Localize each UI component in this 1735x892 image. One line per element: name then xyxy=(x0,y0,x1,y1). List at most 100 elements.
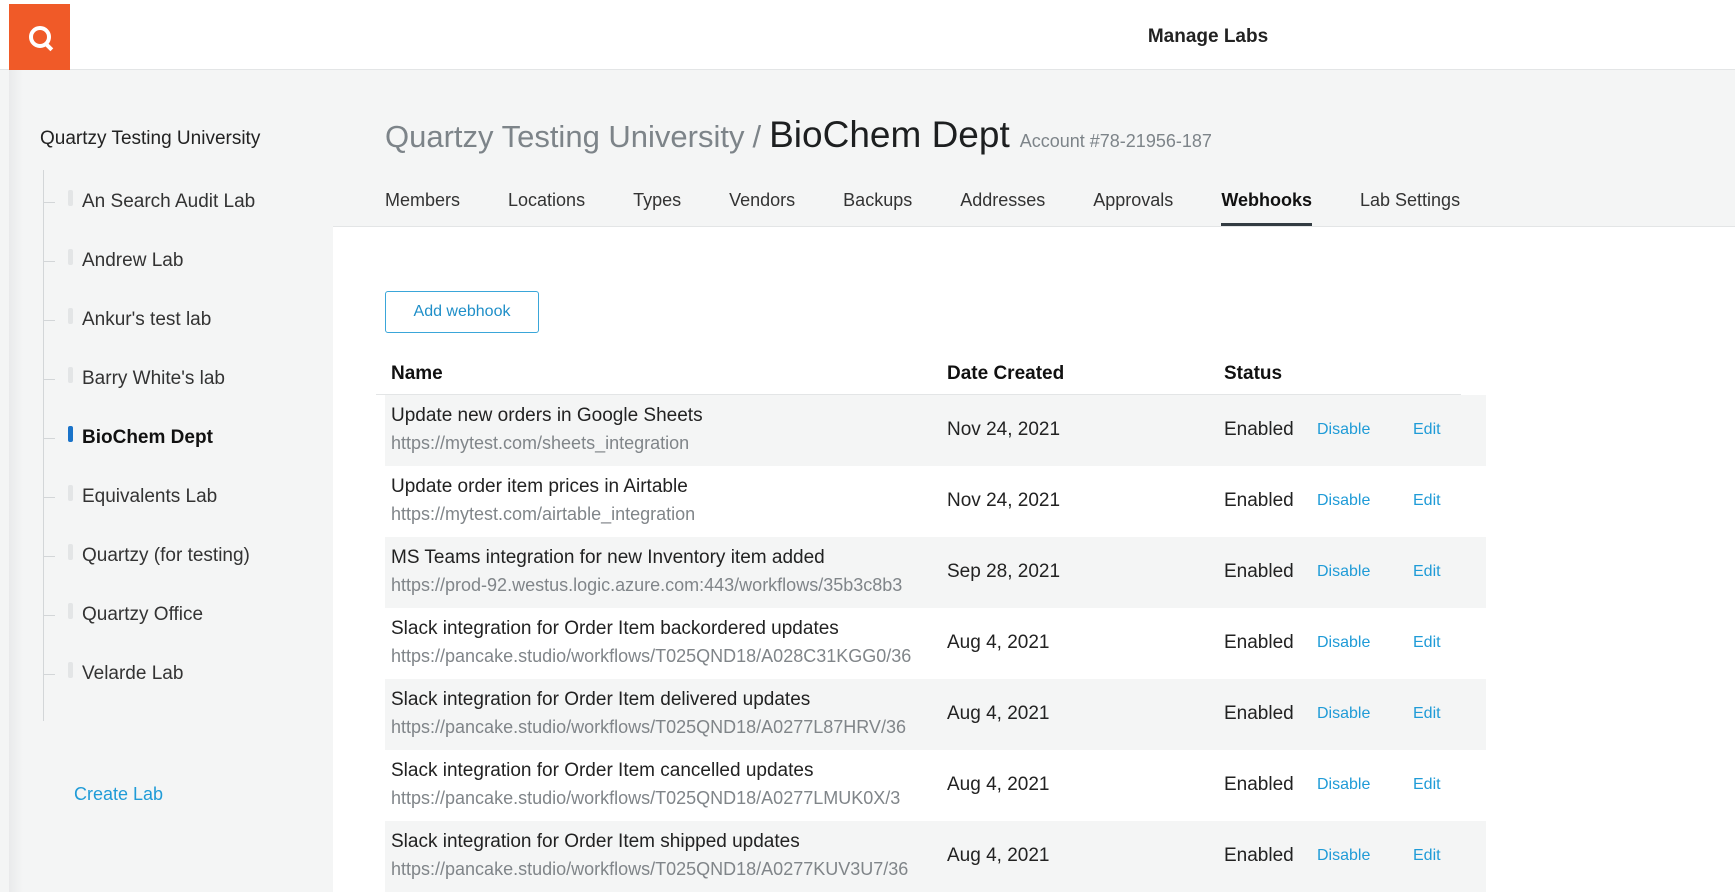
tree-connector xyxy=(43,378,55,380)
disable-link[interactable]: Disable xyxy=(1317,421,1370,439)
webhook-name: MS Teams integration for new Inventory i… xyxy=(391,547,825,568)
sidebar-item-label: Andrew Lab xyxy=(82,250,184,271)
sidebar-item-label: BioChem Dept xyxy=(82,427,213,448)
webhook-status: Enabled xyxy=(1224,774,1294,795)
webhooks-panel: Add webhook Name Date Created Status Upd… xyxy=(333,226,1735,892)
edit-link[interactable]: Edit xyxy=(1413,847,1441,865)
page-title: Manage Labs xyxy=(1147,26,1269,47)
webhook-date: Sep 28, 2021 xyxy=(947,561,1061,582)
table-row: Slack integration for Order Item shipped… xyxy=(385,821,1486,892)
tab-bar: Members Locations Types Vendors Backups … xyxy=(385,178,1508,226)
tab-addresses[interactable]: Addresses xyxy=(960,178,1045,226)
active-lab-indicator xyxy=(68,426,73,442)
sidebar-item-quartzy-for-testing[interactable]: Quartzy (for testing) xyxy=(43,541,323,571)
webhook-status: Enabled xyxy=(1224,419,1294,440)
edit-link[interactable]: Edit xyxy=(1413,634,1441,652)
sidebar-item-velarde-lab[interactable]: Velarde Lab xyxy=(43,659,323,689)
webhook-name: Update new orders in Google Sheets xyxy=(391,405,703,426)
sidebar-item-barry-whites-lab[interactable]: Barry White's lab xyxy=(43,364,323,394)
column-header-name: Name xyxy=(391,363,443,384)
sidebar-item-label: Barry White's lab xyxy=(82,368,226,389)
webhook-url: https://pancake.studio/workflows/T025QND… xyxy=(391,646,912,666)
edit-link[interactable]: Edit xyxy=(1413,776,1441,794)
webhook-name: Update order item prices in Airtable xyxy=(391,476,688,497)
sidebar-item-quartzy-office[interactable]: Quartzy Office xyxy=(43,600,323,630)
sidebar: Quartzy Testing University An Search Aud… xyxy=(9,70,333,892)
sidebar-item-an-search-audit-lab[interactable]: An Search Audit Lab xyxy=(43,187,323,217)
table-row: Slack integration for Order Item cancell… xyxy=(385,750,1486,821)
webhook-status: Enabled xyxy=(1224,490,1294,511)
sidebar-item-label: Quartzy (for testing) xyxy=(82,545,250,566)
webhook-url: https://prod-92.westus.logic.azure.com:4… xyxy=(391,575,903,595)
top-bar: Manage Labs xyxy=(0,0,1735,70)
edit-link[interactable]: Edit xyxy=(1413,421,1441,439)
webhook-name: Slack integration for Order Item deliver… xyxy=(391,689,811,710)
tab-lab-settings[interactable]: Lab Settings xyxy=(1360,178,1460,226)
sidebar-item-equivalents-lab[interactable]: Equivalents Lab xyxy=(43,482,323,512)
tab-approvals[interactable]: Approvals xyxy=(1093,178,1173,226)
webhook-url: https://pancake.studio/workflows/T025QND… xyxy=(391,788,901,808)
tab-locations[interactable]: Locations xyxy=(508,178,585,226)
table-row: Update new orders in Google Sheets https… xyxy=(385,395,1486,466)
breadcrumb-parent[interactable]: Quartzy Testing University xyxy=(385,119,745,155)
tab-vendors[interactable]: Vendors xyxy=(729,178,795,226)
tree-connector xyxy=(43,673,55,675)
sidebar-item-label: Velarde Lab xyxy=(82,663,184,684)
disable-link[interactable]: Disable xyxy=(1317,847,1370,865)
table-row: Slack integration for Order Item backord… xyxy=(385,608,1486,679)
sidebar-item-andrew-lab[interactable]: Andrew Lab xyxy=(43,246,323,276)
edit-link[interactable]: Edit xyxy=(1413,492,1441,510)
lab-indicator xyxy=(68,662,73,678)
sidebar-item-label: Equivalents Lab xyxy=(82,486,218,507)
sidebar-org-name[interactable]: Quartzy Testing University xyxy=(40,128,260,150)
lab-indicator xyxy=(68,249,73,265)
disable-link[interactable]: Disable xyxy=(1317,776,1370,794)
webhook-url: https://mytest.com/airtable_integration xyxy=(391,504,696,524)
tree-connector xyxy=(43,319,55,321)
tab-webhooks[interactable]: Webhooks xyxy=(1221,178,1312,226)
webhook-date: Aug 4, 2021 xyxy=(947,774,1050,795)
breadcrumb: Quartzy Testing University / BioChem Dep… xyxy=(385,114,1212,156)
table-row: MS Teams integration for new Inventory i… xyxy=(385,537,1486,608)
webhook-status: Enabled xyxy=(1224,845,1294,866)
sidebar-item-biochem-dept[interactable]: BioChem Dept xyxy=(43,423,323,453)
webhook-name: Slack integration for Order Item cancell… xyxy=(391,760,814,781)
webhook-date: Nov 24, 2021 xyxy=(947,419,1061,440)
add-webhook-button[interactable]: Add webhook xyxy=(385,291,539,333)
tree-connector xyxy=(43,496,55,498)
sidebar-item-ankurs-test-lab[interactable]: Ankur's test lab xyxy=(43,305,323,335)
sidebar-item-label: An Search Audit Lab xyxy=(82,191,256,212)
disable-link[interactable]: Disable xyxy=(1317,705,1370,723)
tab-types[interactable]: Types xyxy=(633,178,681,226)
edit-link[interactable]: Edit xyxy=(1413,705,1441,723)
account-number: Account #78-21956-187 xyxy=(1019,131,1212,151)
quartzy-logo-icon[interactable] xyxy=(9,4,70,70)
webhook-date: Aug 4, 2021 xyxy=(947,632,1050,653)
tab-members[interactable]: Members xyxy=(385,178,460,226)
disable-link[interactable]: Disable xyxy=(1317,563,1370,581)
sidebar-item-label: Quartzy Office xyxy=(82,604,204,625)
table-row: Slack integration for Order Item deliver… xyxy=(385,679,1486,750)
webhook-url: https://pancake.studio/workflows/T025QND… xyxy=(391,717,906,737)
create-lab-link[interactable]: Create Lab xyxy=(74,784,163,805)
webhook-url: https://mytest.com/sheets_integration xyxy=(391,433,690,453)
tree-connector xyxy=(43,614,55,616)
webhooks-table: Update new orders in Google Sheets https… xyxy=(385,395,1486,892)
webhook-name: Slack integration for Order Item backord… xyxy=(391,618,839,639)
table-row: Update order item prices in Airtable htt… xyxy=(385,466,1486,537)
disable-link[interactable]: Disable xyxy=(1317,492,1370,510)
webhook-date: Aug 4, 2021 xyxy=(947,703,1050,724)
lab-indicator xyxy=(68,367,73,383)
tab-backups[interactable]: Backups xyxy=(843,178,912,226)
edit-link[interactable]: Edit xyxy=(1413,563,1441,581)
breadcrumb-separator: / xyxy=(752,119,762,154)
webhook-status: Enabled xyxy=(1224,703,1294,724)
sidebar-item-label: Ankur's test lab xyxy=(82,309,212,330)
disable-link[interactable]: Disable xyxy=(1317,634,1370,652)
tree-connector xyxy=(43,437,55,439)
lab-indicator xyxy=(68,544,73,560)
webhook-status: Enabled xyxy=(1224,632,1294,653)
lab-indicator xyxy=(68,308,73,324)
tree-connector xyxy=(43,555,55,557)
webhook-date: Aug 4, 2021 xyxy=(947,845,1050,866)
